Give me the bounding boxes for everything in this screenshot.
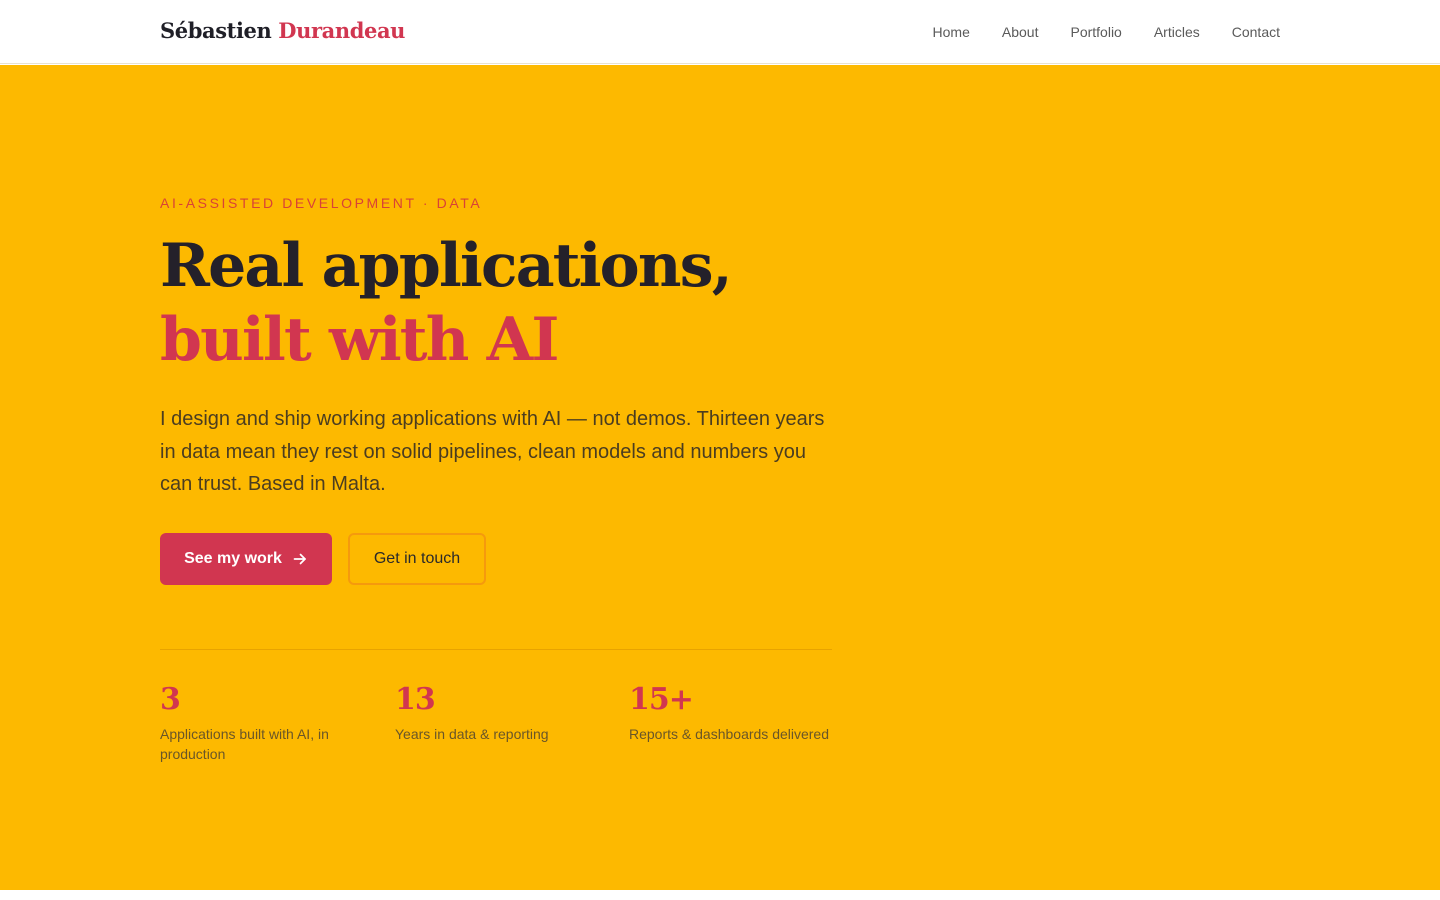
headline-line-1: Real applications, (160, 231, 733, 301)
brand-last-name: Durandeau (278, 18, 406, 43)
nav-link-portfolio[interactable]: Portfolio (1070, 22, 1121, 42)
stat-label: Years in data & reporting (395, 726, 549, 742)
headline-line-2: built with AI (160, 305, 559, 375)
site-logo[interactable]: Sébastien Durandeau (160, 16, 405, 46)
nav-link-articles[interactable]: Articles (1154, 22, 1200, 42)
hero-section: AI-ASSISTED DEVELOPMENT · DATA Real appl… (0, 65, 1440, 890)
nav-link-home[interactable]: Home (933, 22, 970, 42)
see-my-work-button[interactable]: See my work (160, 533, 332, 585)
get-in-touch-button[interactable]: Get in touch (348, 533, 486, 585)
hero-headline: Real applications, built with AI (160, 229, 733, 377)
nav-link-contact[interactable]: Contact (1232, 22, 1280, 42)
stat-value: 3 (160, 682, 181, 717)
stat-years: 13 Years in data & reporting (395, 681, 615, 744)
hero-description: I design and ship working applications w… (160, 408, 825, 495)
main-nav: Home About Portfolio Articles Contact (933, 22, 1280, 42)
brand-first-name: Sébastien (160, 18, 272, 43)
arrow-right-icon (293, 553, 306, 565)
stat-value: 15+ (629, 682, 694, 717)
stats-divider (160, 649, 832, 650)
hero-eyebrow: AI-ASSISTED DEVELOPMENT · DATA (160, 195, 483, 211)
stat-value: 13 (395, 682, 436, 717)
stat-label: Reports & dashboards delivered (629, 726, 830, 742)
stat-applications: 3 Applications built with AI, in product… (160, 681, 360, 764)
nav-link-about[interactable]: About (1002, 22, 1039, 42)
site-header: Sébastien Durandeau Home About Portfolio… (0, 0, 1440, 64)
see-my-work-label: See my work (184, 550, 282, 567)
get-in-touch-label: Get in touch (373, 550, 461, 567)
stat-reports: 15+ Reports & dashboards delivered (629, 681, 849, 744)
stat-label: Applications built with AI, in productio… (160, 726, 329, 762)
